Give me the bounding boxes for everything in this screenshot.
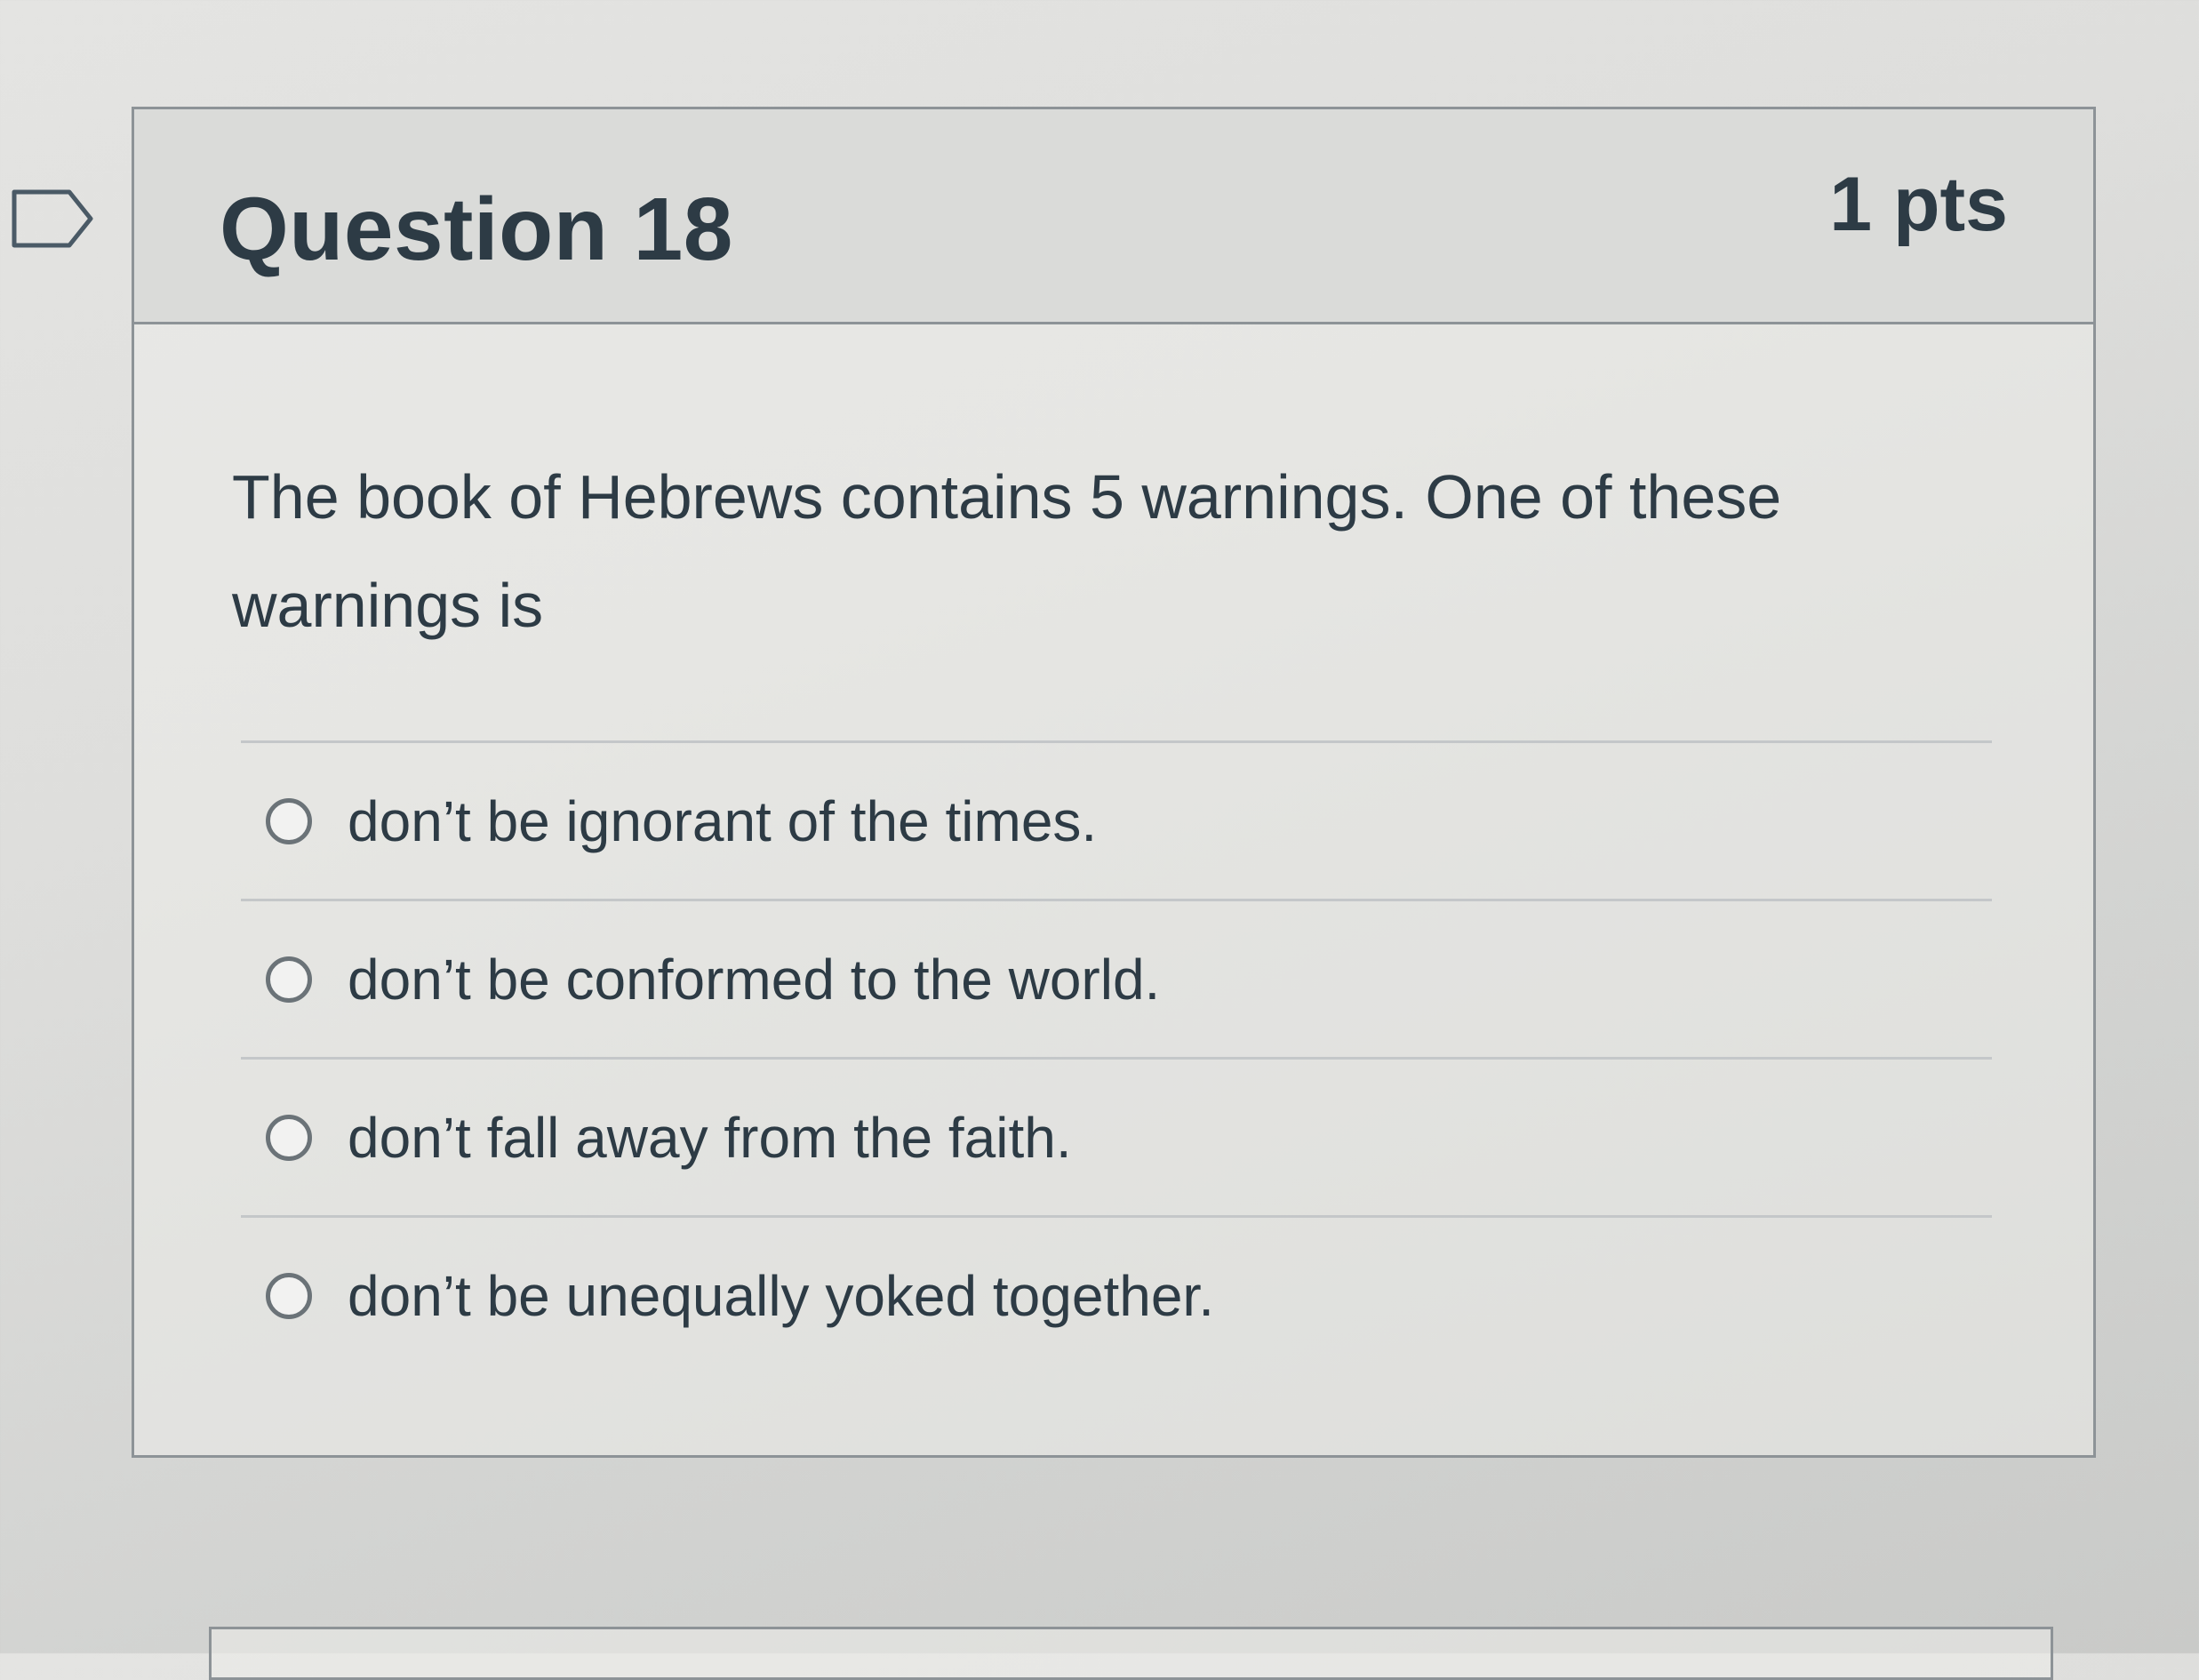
answer-label: don’t be unequally yoked together.: [348, 1263, 1214, 1328]
question-card: Question 18 1 pts The book of Hebrews co…: [132, 107, 2096, 1458]
question-header: Question 18 1 pts: [134, 109, 2093, 324]
answer-option[interactable]: don’t be ignorant of the times.: [241, 740, 1992, 899]
radio-button[interactable]: [266, 1114, 312, 1161]
question-title: Question 18: [220, 180, 733, 279]
answer-option[interactable]: don’t be unequally yoked together.: [241, 1215, 1992, 1373]
answer-label: don’t fall away from the faith.: [348, 1105, 1072, 1170]
radio-button[interactable]: [266, 1272, 312, 1319]
radio-button[interactable]: [266, 797, 312, 844]
flag-question-icon[interactable]: [11, 187, 96, 251]
answer-label: don’t be conformed to the world.: [348, 947, 1161, 1012]
answer-option[interactable]: don’t be conformed to the world.: [241, 899, 1992, 1057]
next-question-card: [209, 1627, 2053, 1680]
answer-label: don’t be ignorant of the times.: [348, 788, 1098, 853]
answer-option[interactable]: don’t fall away from the faith.: [241, 1057, 1992, 1215]
radio-button[interactable]: [266, 956, 312, 1003]
answer-list: don’t be ignorant of the times. don’t be…: [241, 740, 1992, 1373]
question-points: 1 pts: [1829, 162, 2008, 247]
question-text: The book of Hebrews contains 5 warnings.…: [232, 462, 1782, 640]
